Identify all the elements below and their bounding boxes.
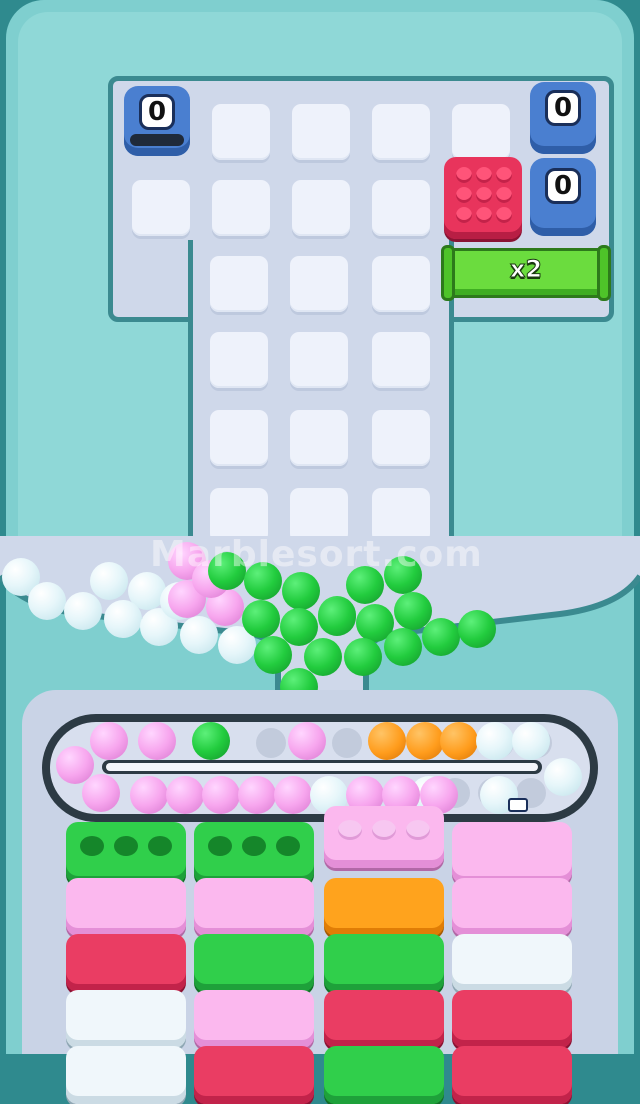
box-peg: [338, 820, 362, 840]
conveyor-rail-highlight: [106, 763, 538, 771]
white-marble: [90, 562, 128, 600]
green-box[interactable]: [324, 1046, 444, 1104]
green-marble: [422, 618, 460, 656]
grid-cell[interactable]: [292, 180, 350, 236]
box-peg: [80, 836, 104, 856]
grid-cell[interactable]: [210, 332, 268, 388]
red-box[interactable]: [66, 934, 186, 992]
grid-cell[interactable]: [372, 410, 430, 466]
grid-cell[interactable]: [372, 180, 430, 236]
box-peg: [406, 820, 430, 840]
pink-box[interactable]: [452, 878, 572, 936]
grid-cell[interactable]: [132, 180, 190, 236]
green-marble: [192, 722, 230, 760]
grid-cell[interactable]: [210, 256, 268, 312]
green-box[interactable]: [194, 934, 314, 992]
conveyor-slot: [332, 728, 362, 758]
box-peg: [114, 836, 138, 856]
conveyor-marker: [508, 798, 528, 812]
counter-right-top[interactable]: 0: [530, 82, 596, 154]
counter-right-top-value: 0: [544, 90, 582, 126]
red-peg: [456, 207, 472, 223]
white-marble: [28, 582, 66, 620]
pink-box[interactable]: [194, 878, 314, 936]
pink-marble: [82, 774, 120, 812]
green-marble: [254, 636, 292, 674]
white-box[interactable]: [66, 1046, 186, 1104]
red-peg: [496, 187, 512, 203]
white-marble: [544, 758, 582, 796]
counter-left-value: 0: [138, 94, 176, 130]
grid-cell[interactable]: [372, 104, 430, 160]
white-box[interactable]: [66, 990, 186, 1048]
pink-box[interactable]: [452, 822, 572, 884]
orange-box[interactable]: [324, 878, 444, 936]
red-peg: [496, 207, 512, 223]
red-peg: [456, 167, 472, 183]
counter-right-bottom-value: 0: [544, 168, 582, 204]
orange-marble: [406, 722, 444, 760]
grid-cell[interactable]: [290, 256, 348, 312]
grid-cell[interactable]: [212, 104, 270, 160]
red-box[interactable]: [324, 990, 444, 1048]
green-marble: [282, 572, 320, 610]
counter-left[interactable]: 0: [124, 86, 190, 156]
box-peg: [148, 836, 172, 856]
grid-cell[interactable]: [210, 410, 268, 466]
box-peg: [276, 836, 300, 856]
green-box[interactable]: [194, 822, 314, 884]
red-box[interactable]: [452, 1046, 572, 1104]
green-box[interactable]: [66, 822, 186, 884]
orange-marble: [440, 722, 478, 760]
pink-marble: [138, 722, 176, 760]
grid-cell[interactable]: [212, 180, 270, 236]
pink-box[interactable]: [324, 806, 444, 868]
grid-cell[interactable]: [292, 104, 350, 160]
watermark: Marblesort.com: [150, 534, 483, 575]
red-peg: [476, 167, 492, 183]
green-marble: [344, 638, 382, 676]
white-marble: [476, 722, 514, 760]
red-box[interactable]: [452, 990, 572, 1048]
box-peg: [372, 820, 396, 840]
box-peg: [208, 836, 232, 856]
grid-cell[interactable]: [372, 256, 430, 312]
counter-left-slot: [130, 134, 184, 146]
grid-cell[interactable]: [290, 332, 348, 388]
green-marble: [384, 628, 422, 666]
pink-box[interactable]: [194, 990, 314, 1048]
pink-marble: [288, 722, 326, 760]
red-peg-box[interactable]: [444, 157, 522, 239]
red-box[interactable]: [194, 1046, 314, 1104]
pink-marble: [238, 776, 276, 814]
white-marble: [64, 592, 102, 630]
red-peg: [476, 187, 492, 203]
counter-right-bottom[interactable]: 0: [530, 158, 596, 236]
conveyor-slot: [256, 728, 286, 758]
white-marble: [512, 722, 550, 760]
box-peg: [242, 836, 266, 856]
red-peg: [496, 167, 512, 183]
pink-marble: [274, 776, 312, 814]
grid-cell[interactable]: [372, 332, 430, 388]
pink-marble: [130, 776, 168, 814]
grid-cell[interactable]: [452, 104, 510, 160]
pink-marble: [202, 776, 240, 814]
red-peg: [456, 187, 472, 203]
orange-marble: [368, 722, 406, 760]
red-peg: [476, 207, 492, 223]
multiplier-label: x2: [509, 255, 543, 284]
green-box[interactable]: [324, 934, 444, 992]
pink-marble: [90, 722, 128, 760]
white-box[interactable]: [452, 934, 572, 992]
green-marble: [458, 610, 496, 648]
grid-cell[interactable]: [290, 410, 348, 466]
green-marble: [318, 598, 356, 636]
pink-marble: [166, 776, 204, 814]
pink-box[interactable]: [66, 878, 186, 936]
green-marble: [242, 600, 280, 638]
white-marble: [104, 600, 142, 638]
